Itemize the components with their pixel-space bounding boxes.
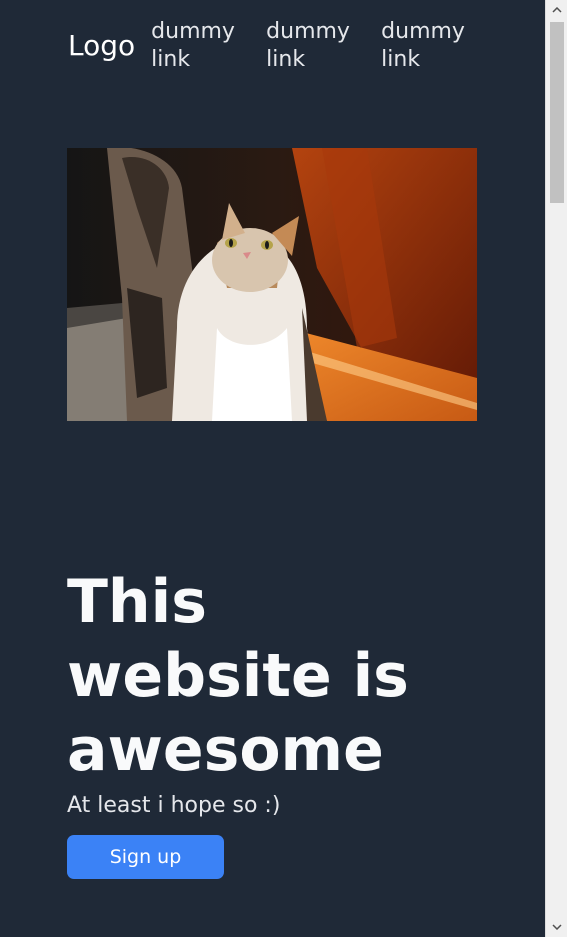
page: Logo dummy link dummy link dummy link Th…: [0, 0, 545, 937]
navbar: Logo dummy link dummy link dummy link: [68, 18, 496, 74]
vertical-scrollbar[interactable]: [545, 0, 567, 937]
nav-link-3[interactable]: dummy link: [381, 18, 496, 74]
scroll-up-arrow-icon[interactable]: [546, 0, 567, 20]
hero-image: [67, 148, 477, 421]
cat-photo-icon: [67, 148, 477, 421]
nav-link-1[interactable]: dummy link: [151, 18, 266, 74]
scroll-down-arrow-icon[interactable]: [546, 917, 567, 937]
nav-link-2[interactable]: dummy link: [266, 18, 381, 74]
hero-title: This website is awesome: [67, 567, 409, 785]
hero-subtitle: At least i hope so :): [67, 793, 281, 818]
scroll-thumb[interactable]: [550, 22, 564, 203]
logo: Logo: [68, 29, 136, 62]
signup-button[interactable]: Sign up: [67, 835, 224, 879]
